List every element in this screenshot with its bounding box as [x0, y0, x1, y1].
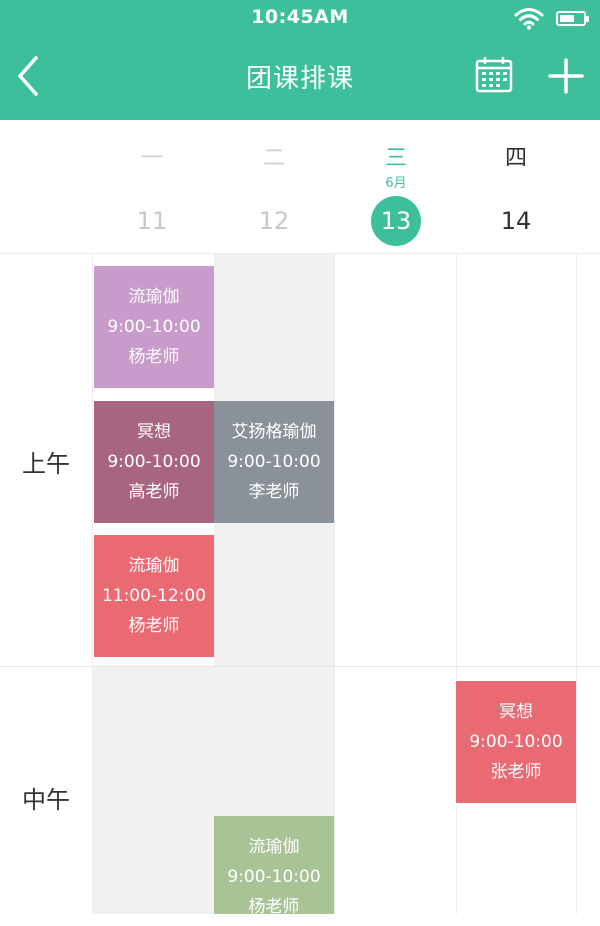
course-name: 流瑜伽: [128, 556, 180, 576]
course-time: 9:00-10:00: [107, 317, 201, 337]
date-label: 12: [258, 207, 290, 235]
period-divider: [0, 666, 600, 667]
course-name: 流瑜伽: [248, 837, 300, 857]
course-time: 9:00-10:00: [227, 452, 321, 472]
course-name: 艾扬格瑜伽: [231, 422, 317, 442]
course-teacher: 杨老师: [248, 897, 300, 914]
column-divider: [334, 254, 335, 914]
wifi-icon: [514, 8, 544, 30]
course-name: 流瑜伽: [128, 287, 180, 307]
column-divider: [456, 254, 457, 914]
course-card[interactable]: 冥想 9:00-10:00 高老师: [94, 401, 214, 523]
weekday-label: 二: [262, 146, 285, 171]
date-label: 14: [500, 207, 532, 235]
column-divider: [576, 254, 577, 914]
course-card[interactable]: 冥想 9:00-10:00 张老师: [456, 681, 576, 803]
day-column-header-thu[interactable]: 四 14: [456, 120, 576, 254]
weekday-label: 四: [504, 146, 527, 171]
course-teacher: 张老师: [490, 762, 542, 782]
app-header: 10:45AM 团课排课: [0, 0, 600, 120]
weekday-label: 三: [384, 146, 407, 171]
date-label: 13: [371, 196, 421, 246]
course-card[interactable]: 流瑜伽 11:00-12:00 杨老师: [94, 535, 214, 657]
course-card[interactable]: 流瑜伽 9:00-10:00 杨老师: [214, 816, 334, 914]
column-divider: [92, 254, 93, 914]
period-label-morning: 上午: [22, 450, 70, 478]
period-label-noon: 中午: [22, 786, 70, 814]
schedule-grid: 上午 中午 流瑜伽 9:00-10:00 杨老师 冥想 9:00-10:00 高…: [0, 254, 600, 914]
plus-icon[interactable]: [546, 56, 586, 96]
course-card[interactable]: 流瑜伽 9:00-10:00 杨老师: [94, 266, 214, 388]
month-label: 6月: [385, 176, 407, 191]
weekday-label: 一: [140, 146, 163, 171]
battery-icon: [556, 11, 589, 26]
calendar-icon[interactable]: [474, 56, 514, 94]
date-label: 11: [136, 207, 168, 235]
status-time: 10:45AM: [251, 6, 349, 28]
status-bar: 10:45AM: [0, 0, 600, 36]
today-date-badge: 13: [336, 196, 456, 246]
course-name: 冥想: [499, 702, 533, 722]
course-time: 9:00-10:00: [469, 732, 563, 752]
course-time: 11:00-12:00: [101, 586, 207, 606]
course-card[interactable]: 艾扬格瑜伽 9:00-10:00 李老师: [214, 401, 334, 523]
column-divider: [214, 254, 215, 914]
course-teacher: 李老师: [248, 482, 300, 502]
day-column-header-wed[interactable]: 三 6月 13: [336, 120, 456, 254]
course-teacher: 杨老师: [128, 616, 180, 636]
course-time: 9:00-10:00: [227, 867, 321, 887]
day-column-header-tue[interactable]: 二 12: [214, 120, 334, 254]
course-teacher: 杨老师: [128, 347, 180, 367]
bottom-edge: [0, 914, 600, 926]
course-name: 冥想: [137, 422, 171, 442]
course-time: 9:00-10:00: [107, 452, 201, 472]
course-teacher: 高老师: [128, 482, 180, 502]
week-day-header: 一 11 二 12 三 6月 13 四 14: [0, 120, 600, 254]
day-column-header-mon[interactable]: 一 11: [92, 120, 212, 254]
